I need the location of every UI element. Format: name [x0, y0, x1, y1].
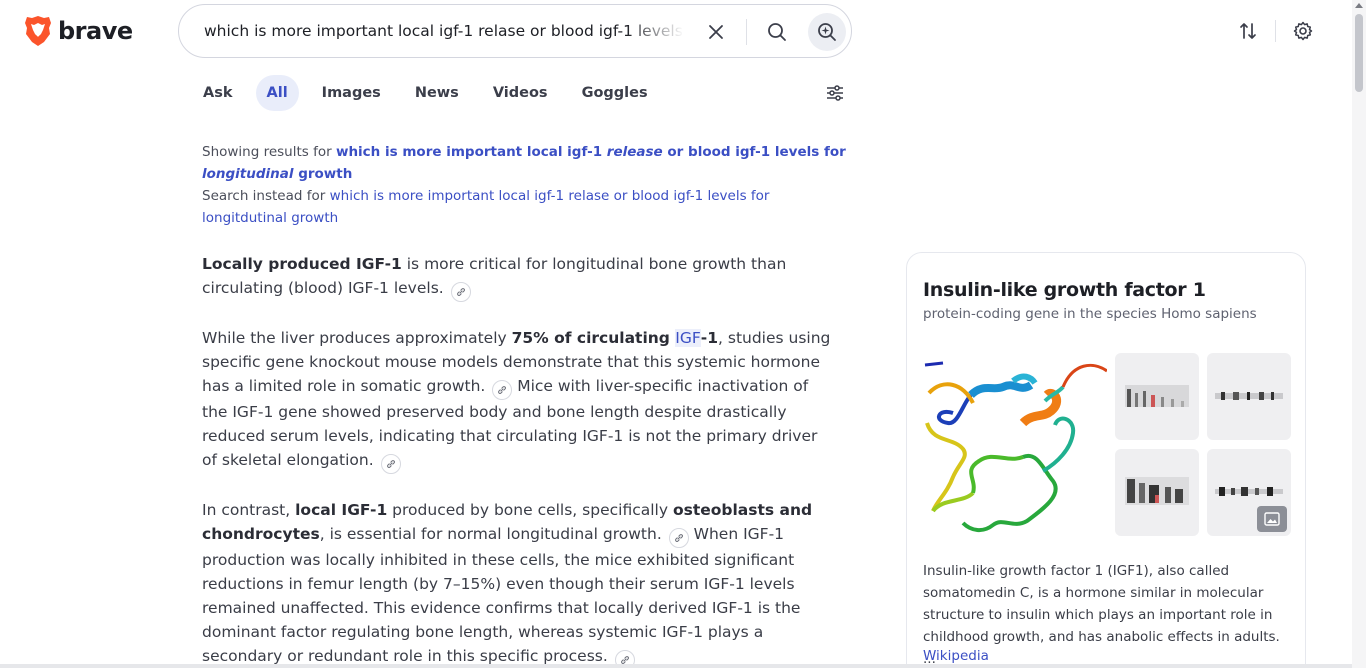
search-input[interactable]: which is more important local igf-1 rela…: [204, 22, 684, 40]
highlight-term[interactable]: IGF: [675, 329, 701, 347]
sort-button[interactable]: [1236, 19, 1260, 43]
answer-paragraph: While the liver produces approximately 7…: [202, 326, 832, 474]
tab-images[interactable]: Images: [311, 75, 392, 111]
kp-title[interactable]: Insulin-like growth factor 1: [923, 279, 1206, 301]
page-scrollbar[interactable]: [1352, 0, 1366, 668]
settings-button[interactable]: [1291, 19, 1315, 43]
tab-goggles[interactable]: Goggles: [571, 75, 659, 111]
brave-logo[interactable]: brave: [24, 15, 133, 47]
sliders-icon: [827, 85, 843, 101]
protein-structure-image[interactable]: [923, 353, 1107, 537]
kp-thumbnail[interactable]: [1207, 353, 1291, 440]
sort-arrows-icon: [1240, 23, 1256, 39]
spelling-notice: Showing results for which is more import…: [202, 141, 852, 229]
scroll-thumb[interactable]: [1355, 14, 1363, 92]
wikipedia-link[interactable]: Wikipedia: [923, 648, 989, 664]
search-icon: [768, 23, 786, 41]
tab-news[interactable]: News: [404, 75, 470, 111]
link-icon: [498, 386, 507, 394]
citation-button[interactable]: [450, 282, 471, 302]
showing-results-line: Showing results for which is more import…: [202, 141, 852, 185]
clear-search-button[interactable]: [704, 20, 728, 44]
close-icon: [709, 25, 723, 39]
table-thumbnail-icon: [1125, 477, 1189, 505]
filters-button[interactable]: [823, 81, 847, 105]
instead-prefix: Search instead for: [202, 188, 330, 204]
search-bar[interactable]: which is more important local igf-1 rela…: [178, 4, 852, 58]
sparkle-search-icon: [818, 23, 836, 41]
answer-paragraph: Locally produced IGF-1 is more critical …: [202, 252, 832, 302]
gear-icon: [1293, 21, 1313, 41]
chart-thumbnail-icon: [1125, 385, 1189, 407]
scroll-up-arrow-icon[interactable]: [1355, 3, 1363, 8]
search-tabs: Ask All Images News Videos Goggles: [192, 75, 671, 111]
answer-paragraph: In contrast, local IGF-1 produced by bon…: [202, 498, 832, 668]
tab-ask[interactable]: Ask: [192, 75, 244, 111]
ai-search-button[interactable]: [808, 13, 846, 51]
kp-thumbnail[interactable]: [1115, 449, 1199, 536]
header-divider: [1275, 20, 1276, 42]
kp-thumbnail[interactable]: [1115, 353, 1199, 440]
link-icon: [386, 460, 395, 468]
citation-button[interactable]: [668, 528, 689, 548]
image-gallery-icon: [1264, 512, 1280, 526]
showing-prefix: Showing results for: [202, 144, 336, 160]
more-images-button[interactable]: [1257, 506, 1287, 532]
genome-thumbnail-icon: [1215, 392, 1283, 400]
link-icon: [674, 534, 683, 542]
ai-answer: Locally produced IGF-1 is more critical …: [202, 252, 832, 668]
search-instead-line: Search instead for which is more importa…: [202, 185, 852, 229]
kp-subtitle: protein-coding gene in the species Homo …: [923, 306, 1257, 322]
tab-videos[interactable]: Videos: [482, 75, 559, 111]
link-icon: [456, 288, 465, 296]
tab-all[interactable]: All: [255, 75, 299, 111]
knowledge-panel: Insulin-like growth factor 1 protein-cod…: [906, 252, 1306, 668]
search-button[interactable]: [765, 20, 789, 44]
logo-text: brave: [58, 17, 133, 45]
citation-button[interactable]: [492, 380, 513, 400]
bottom-divider: [0, 664, 1352, 668]
citation-button[interactable]: [380, 454, 401, 474]
brave-lion-icon: [25, 16, 51, 46]
kp-thumbnail[interactable]: [1207, 449, 1291, 536]
search-divider: [746, 19, 747, 45]
